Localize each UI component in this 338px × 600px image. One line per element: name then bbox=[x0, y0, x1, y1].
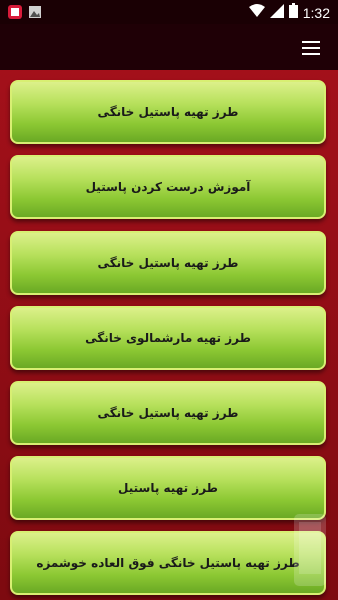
list-item[interactable]: طرز تهیه پاستیل خانگی bbox=[10, 381, 326, 445]
status-right-icons: 1:32 bbox=[248, 3, 330, 22]
list-item[interactable]: طرز تهیه پاستیل خانگی bbox=[10, 80, 326, 144]
list-item[interactable]: طرز تهیه مارشمالوی خانگی bbox=[10, 306, 326, 370]
signal-icon bbox=[269, 3, 284, 22]
list-item-label: طرز تهیه پاستیل خانگی bbox=[97, 105, 239, 119]
list-item-label: آموزش درست کردن پاستیل bbox=[85, 180, 251, 194]
hamburger-menu-icon[interactable] bbox=[302, 41, 320, 55]
status-bar: 1:32 bbox=[0, 0, 338, 24]
list-item[interactable]: طرز تهیه پاستیل خانگی فوق العاده خوشمزه bbox=[10, 531, 326, 595]
list-item-label: طرز تهیه پاستیل bbox=[118, 481, 218, 495]
list-item-label: طرز تهیه مارشمالوی خانگی bbox=[85, 331, 251, 345]
list-item[interactable]: طرز تهیه پاستیل bbox=[10, 456, 326, 520]
list-item[interactable]: طرز تهیه پاستیل خانگی bbox=[10, 231, 326, 295]
status-left-icons bbox=[8, 4, 42, 23]
app-notification-icon bbox=[8, 4, 22, 23]
battery-icon bbox=[288, 3, 298, 22]
wifi-icon bbox=[248, 3, 265, 22]
image-icon bbox=[28, 4, 42, 23]
list-item-label: طرز تهیه پاستیل خانگی فوق العاده خوشمزه bbox=[36, 556, 300, 570]
list-item-label: طرز تهیه پاستیل خانگی bbox=[97, 256, 239, 270]
list-item-label: طرز تهیه پاستیل خانگی bbox=[97, 406, 239, 420]
status-time: 1:32 bbox=[302, 4, 330, 21]
phone-watermark-icon bbox=[288, 512, 332, 588]
list-item[interactable]: آموزش درست کردن پاستیل bbox=[10, 155, 326, 219]
app-bar bbox=[0, 24, 338, 70]
content-list: طرز تهیه پاستیل خانگی آموزش درست کردن پا… bbox=[0, 70, 338, 600]
